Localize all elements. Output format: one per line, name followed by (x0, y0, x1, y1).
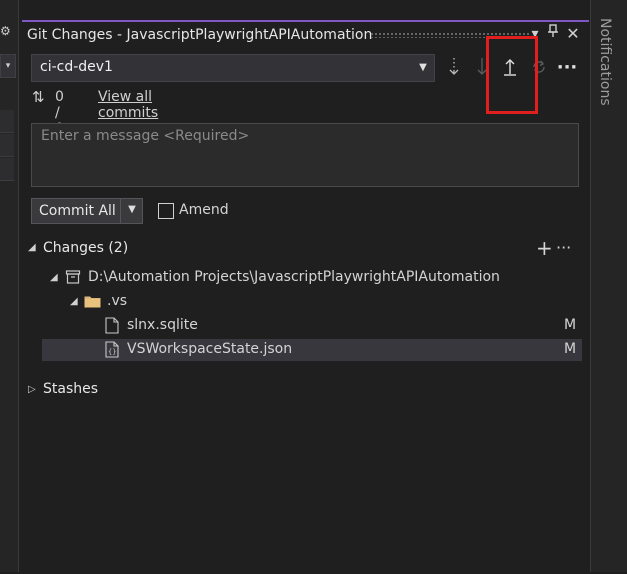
chevron-down-icon[interactable]: ▼ (416, 61, 430, 75)
chevron-right-icon[interactable]: ▷ (28, 384, 36, 395)
pin-icon[interactable] (544, 24, 562, 44)
svg-text:{}: {} (108, 348, 116, 356)
folder-icon (84, 295, 101, 308)
repo-path: D:\Automation Projects\JavascriptPlaywri… (88, 269, 500, 285)
view-all-commits-link[interactable]: View all commits (98, 89, 158, 121)
tree-repo-node[interactable]: ◢ D:\Automation Projects\JavascriptPlayw… (42, 267, 582, 289)
adjacent-row (0, 158, 14, 181)
tree-file-row[interactable]: {} VSWorkspaceState.json M (42, 339, 582, 361)
file-name: VSWorkspaceState.json (127, 341, 293, 357)
commit-all-button[interactable]: Commit All ▼ (31, 198, 143, 224)
amend-checkbox[interactable] (158, 203, 174, 219)
git-changes-panel: Git Changes - JavascriptPlaywrightAPIAut… (22, 20, 589, 574)
file-status: M (564, 317, 577, 333)
push-highlight-box (486, 36, 538, 114)
chevron-down-icon[interactable]: ◢ (70, 296, 78, 307)
repository-icon (65, 269, 81, 285)
tree-file-row[interactable]: slnx.sqlite M (42, 315, 582, 337)
adjacent-row (0, 134, 14, 157)
folder-name: .vs (107, 293, 128, 309)
fetch-icon[interactable] (443, 56, 465, 80)
file-name: slnx.sqlite (127, 317, 198, 333)
chevron-down-icon[interactable]: ◢ (28, 242, 36, 253)
tree-folder-node[interactable]: ◢ .vs (42, 291, 582, 313)
branch-dropdown[interactable]: ci-cd-dev1 ▼ (31, 54, 435, 82)
json-file-icon: {} (105, 341, 119, 358)
stage-all-plus-icon[interactable]: + (536, 236, 553, 260)
adjacent-panel-strip: ⚙ ▾ (0, 0, 19, 572)
notifications-tab[interactable]: Notifications (597, 18, 619, 128)
changes-title: Changes (2) (43, 240, 129, 256)
file-status: M (564, 341, 577, 357)
chevron-down-icon[interactable]: ◢ (50, 272, 58, 283)
commit-message-input[interactable] (31, 123, 579, 187)
adjacent-row (0, 110, 14, 133)
panel-title: Git Changes - JavascriptPlaywrightAPIAut… (27, 27, 373, 43)
stashes-section-header[interactable]: Stashes (43, 381, 98, 397)
chevron-down-icon[interactable]: ▼ (122, 204, 142, 218)
branch-name: ci-cd-dev1 (40, 59, 113, 75)
more-options-icon[interactable]: ··· (556, 238, 571, 257)
changes-section-header[interactable]: ◢ Changes (2) + ··· (22, 236, 582, 260)
gear-icon[interactable]: ⚙ (0, 24, 12, 38)
amend-label[interactable]: Amend (179, 202, 229, 218)
side-tool-strip: Notifications (590, 0, 627, 572)
commit-all-label: Commit All (39, 203, 116, 219)
notifications-label: Notifications (597, 18, 613, 106)
close-icon[interactable]: ✕ (564, 24, 582, 44)
chevron-down-icon[interactable]: ▾ (0, 54, 16, 78)
split-divider (120, 199, 121, 223)
file-icon (105, 317, 119, 334)
more-options-icon[interactable]: ··· (556, 56, 578, 80)
incoming-outgoing-icon: ⇅ (32, 88, 45, 106)
